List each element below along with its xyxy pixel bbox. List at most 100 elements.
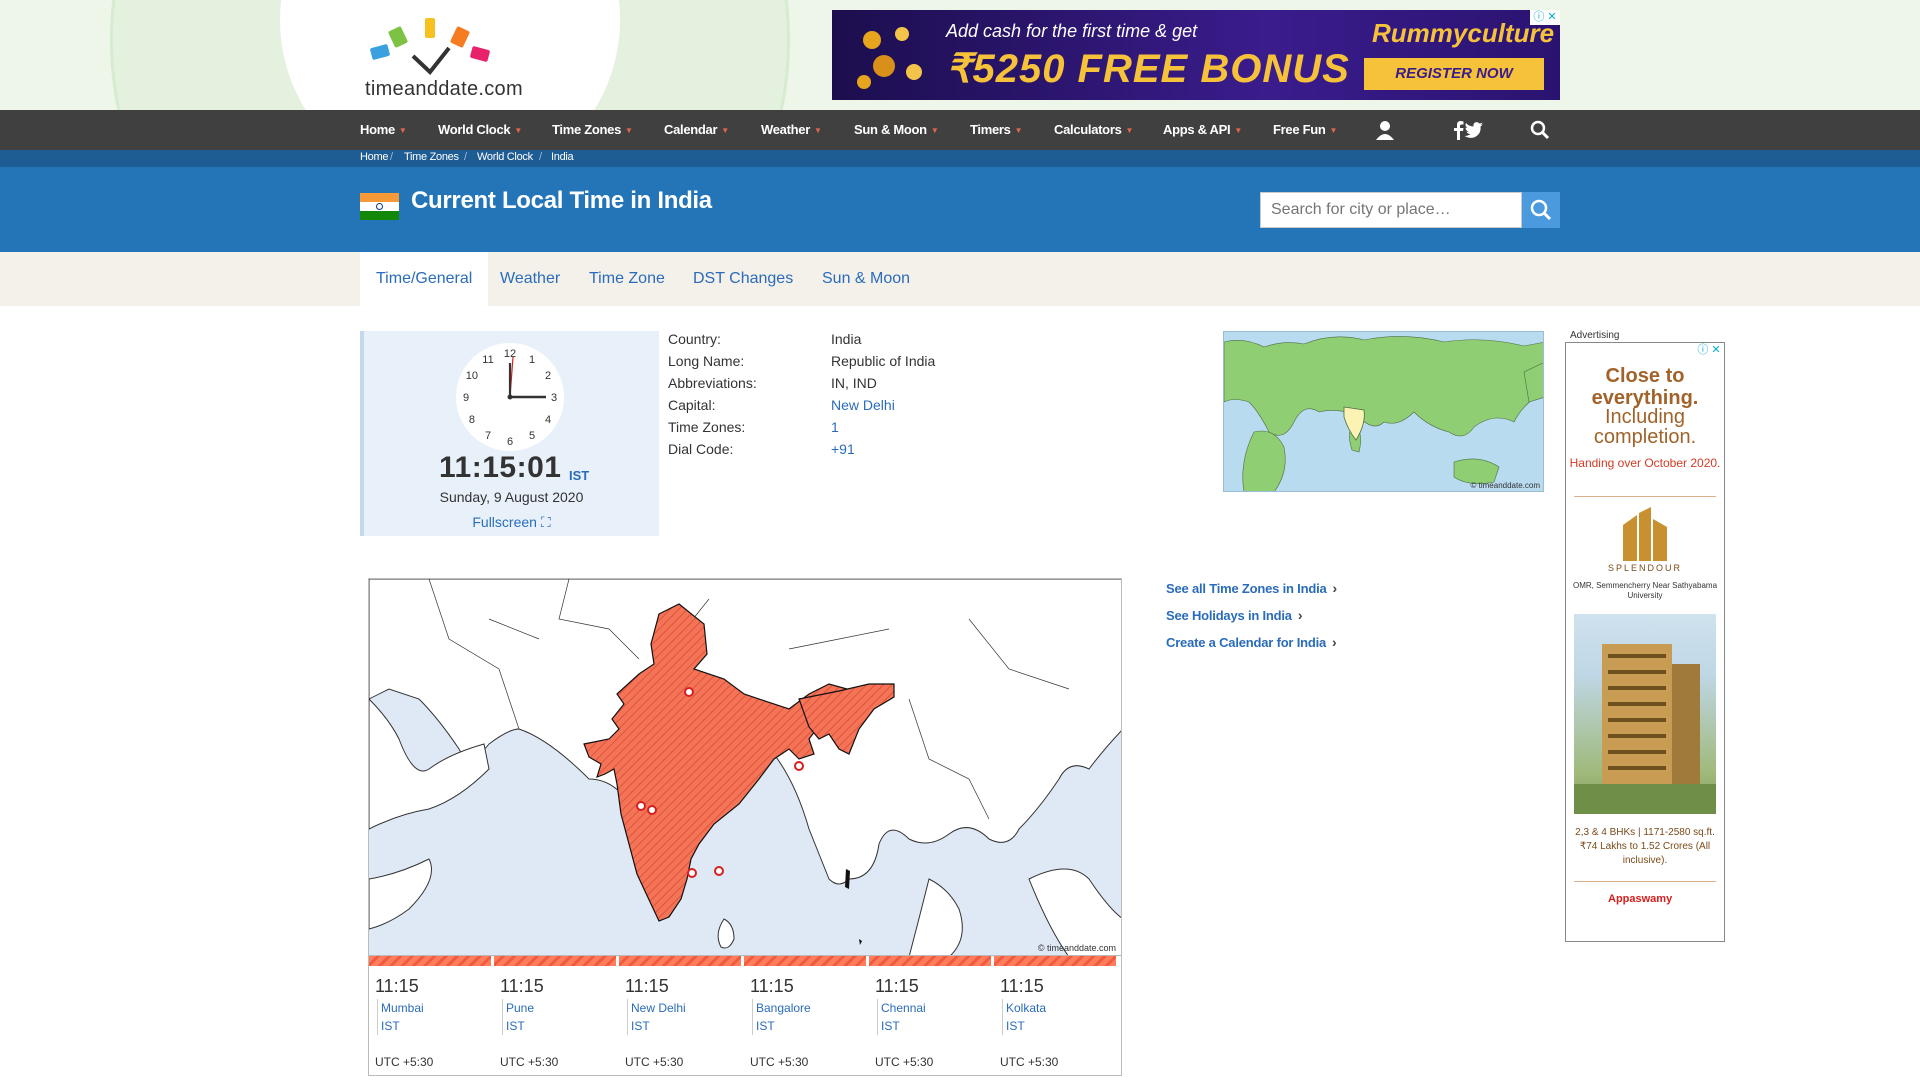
nav-timers[interactable]: Timers ▼ — [970, 110, 1023, 150]
city-times-strip: 11:15 Mumbai IST UTC +5:30 11:15 Pune IS… — [368, 956, 1122, 1076]
city-tz-link[interactable]: IST — [1006, 1019, 1025, 1033]
breadcrumb-india[interactable]: India — [551, 151, 574, 163]
breadcrumb-time-zones[interactable]: Time Zones — [404, 151, 459, 163]
city-time: 11:15 — [750, 976, 794, 996]
nav-world-clock[interactable]: World Clock ▼ — [438, 110, 522, 150]
caret-down-icon: ▼ — [398, 126, 407, 135]
clock-numeral: 8 — [469, 414, 475, 426]
city-tz-link[interactable]: IST — [756, 1019, 775, 1033]
divider — [1574, 496, 1716, 497]
main-nav: Home ▼ World Clock ▼ Time Zones ▼ Calendar ▼… — [0, 110, 1920, 150]
tab-bar: Time/General Weather Time Zone DST Chang… — [0, 252, 1920, 306]
city-tz-link[interactable]: IST — [506, 1019, 525, 1033]
city-time: 11:15 — [500, 976, 544, 996]
ad-headline: Close to everything. — [1591, 365, 1699, 409]
building-logo-icon — [1623, 507, 1667, 561]
city-link[interactable]: Kolkata — [1006, 1001, 1046, 1015]
nav-apps-api[interactable]: Apps & API ▼ — [1163, 110, 1242, 150]
link-label: See all Time Zones in India — [1166, 581, 1327, 596]
india-flag-icon — [360, 193, 399, 220]
breadcrumb-world-clock[interactable]: World Clock — [477, 151, 533, 163]
search-input[interactable] — [1260, 192, 1522, 228]
clock-numeral: 1 — [529, 354, 535, 366]
caret-down-icon: ▼ — [1125, 126, 1134, 135]
city-link[interactable]: Mumbai — [381, 1001, 424, 1015]
site-logo[interactable]: timeanddate.com — [365, 10, 545, 102]
divider — [377, 999, 378, 1035]
breadcrumb-separator: / — [464, 151, 468, 163]
nav-label: Home — [360, 122, 395, 137]
city-tz-link[interactable]: IST — [881, 1019, 900, 1033]
nav-time-zones[interactable]: Time Zones ▼ — [552, 110, 633, 150]
ad-brand: Rummyculture — [1372, 18, 1555, 48]
search-icon[interactable] — [1530, 120, 1550, 140]
map-credit: © timeanddate.com — [1037, 943, 1116, 953]
chevron-right-icon: › — [1332, 634, 1337, 650]
city-tz-link[interactable]: IST — [631, 1019, 650, 1033]
nav-home[interactable]: Home ▼ — [360, 110, 407, 150]
info-value: India — [831, 331, 862, 347]
adchoices-icon[interactable]: ⓘ ✕ — [1694, 343, 1724, 358]
city-link[interactable]: Bangalore — [756, 1001, 811, 1015]
india-map-graphic — [369, 579, 1121, 955]
time-zones-link[interactable]: 1 — [831, 419, 839, 435]
tab-time-general[interactable]: Time/General — [360, 252, 489, 306]
ad-register-button[interactable]: REGISTER NOW — [1364, 58, 1544, 90]
nav-weather[interactable]: Weather ▼ — [761, 110, 822, 150]
clock-numeral: 11 — [482, 354, 493, 366]
breadcrumb-home[interactable]: Home — [360, 151, 388, 163]
tab-time-zone[interactable]: Time Zone — [589, 252, 665, 306]
ad-developer: Appaswamy — [1608, 893, 1673, 905]
nav-calculators[interactable]: Calculators ▼ — [1054, 110, 1133, 150]
clock-numeral: 10 — [466, 370, 478, 382]
info-row: Long Name: Republic of India — [668, 353, 1068, 375]
city-link[interactable]: Chennai — [881, 1001, 926, 1015]
twitter-icon[interactable] — [1464, 120, 1484, 140]
nav-label: Weather — [761, 122, 810, 137]
related-links: See all Time Zones in India › See Holiday… — [1166, 580, 1337, 661]
timezone-abbrev[interactable]: IST — [569, 468, 589, 483]
india-region-map[interactable]: © timeanddate.com — [368, 578, 1122, 956]
link-create-calendar[interactable]: Create a Calendar for India › — [1166, 634, 1337, 661]
top-advertisement[interactable]: Add cash for the first time & get ₹5250 … — [832, 10, 1560, 100]
city-link[interactable]: New Delhi — [631, 1001, 686, 1015]
chevron-right-icon: › — [1297, 607, 1303, 623]
coins-icon — [857, 27, 922, 89]
capital-link[interactable]: New Delhi — [831, 397, 895, 413]
info-row: Dial Code: +91 — [668, 441, 1068, 463]
analog-clock: 12 1234567891011 — [456, 343, 564, 451]
search-button[interactable] — [1522, 192, 1560, 228]
search-icon — [1530, 199, 1552, 221]
city-tz-link[interactable]: IST — [381, 1019, 400, 1033]
ad-price: 2,3 & 4 BHKs | 1171-2580 sq.ft. ₹74 Lakh… — [1575, 827, 1715, 866]
dial-code-link[interactable]: +91 — [831, 441, 855, 457]
tab-weather[interactable]: Weather — [500, 252, 560, 306]
city-card-chennai: 11:15 Chennai IST UTC +5:30 — [869, 956, 994, 1076]
fullscreen-link[interactable]: Fullscreen ⛶ — [364, 514, 659, 531]
ad-handover: Handing over October 2020. — [1569, 456, 1721, 470]
info-row: Capital: New Delhi — [668, 397, 1068, 419]
caret-down-icon: ▼ — [813, 126, 822, 135]
page-title: Current Local Time in India — [411, 187, 712, 214]
city-utc-offset: UTC +5:30 — [375, 1055, 434, 1069]
user-icon[interactable] — [1375, 120, 1395, 140]
city-card-kolkata: 11:15 Kolkata IST UTC +5:30 — [994, 956, 1119, 1076]
city-time: 11:15 — [875, 976, 919, 996]
adchoices-icon[interactable]: ⓘ ✕ — [1530, 10, 1560, 25]
clock-numeral: 6 — [507, 436, 513, 448]
city-link[interactable]: Pune — [506, 1001, 534, 1015]
nav-calendar[interactable]: Calendar ▼ — [664, 110, 729, 150]
nav-label: Sun & Moon — [854, 122, 927, 137]
link-all-time-zones[interactable]: See all Time Zones in India › — [1166, 580, 1337, 607]
clock-numeral: 9 — [463, 392, 469, 404]
nav-sun-moon[interactable]: Sun & Moon ▼ — [854, 110, 939, 150]
side-advertisement[interactable]: ⓘ ✕ Close to everything. Including compl… — [1565, 342, 1725, 942]
world-map-graphic — [1224, 336, 1543, 491]
tab-sun-moon[interactable]: Sun & Moon — [822, 252, 910, 306]
link-holidays[interactable]: See Holidays in India › — [1166, 607, 1337, 634]
world-locator-map[interactable]: © timeanddate.com — [1223, 331, 1544, 492]
tab-dst-changes[interactable]: DST Changes — [693, 252, 793, 306]
nav-free-fun[interactable]: Free Fun ▼ — [1273, 110, 1337, 150]
title-bar: Current Local Time in India — [0, 167, 1920, 252]
info-row: Time Zones: 1 — [668, 419, 1068, 441]
